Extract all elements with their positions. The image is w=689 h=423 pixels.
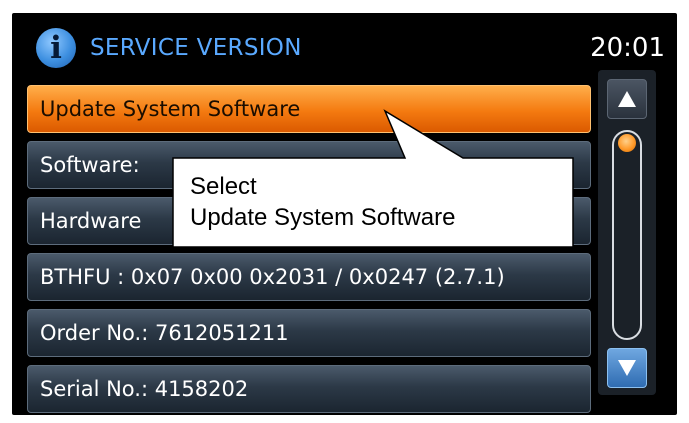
scrollbar-thumb[interactable] (618, 134, 636, 152)
header: i SERVICE VERSION (36, 21, 302, 75)
triangle-down-icon (618, 360, 636, 376)
scrollbar-panel (598, 70, 656, 395)
clock: 20:01 (590, 33, 665, 63)
menu-item-serial-no[interactable]: Serial No.: 4158202 (27, 365, 591, 413)
menu-item-label: Hardware (40, 209, 142, 233)
menu-item-label: BTHFU : 0x07 0x00 0x2031 / 0x0247 (2.7.1… (40, 265, 505, 289)
info-icon-glyph: i (50, 29, 62, 66)
menu-item-label: Serial No.: 4158202 (40, 377, 249, 401)
menu-item-bthfu[interactable]: BTHFU : 0x07 0x00 0x2031 / 0x0247 (2.7.1… (27, 253, 591, 301)
menu-item-label: Update System Software (40, 97, 301, 121)
scrollbar-track[interactable] (612, 130, 642, 340)
menu-item-order-no[interactable]: Order No.: 7612051211 (27, 309, 591, 357)
callout-line-1: Select (190, 173, 257, 200)
scroll-up-button[interactable] (607, 79, 647, 119)
triangle-up-icon (618, 91, 636, 107)
menu-item-label: Software: (40, 153, 140, 177)
scroll-down-button[interactable] (607, 348, 647, 388)
callout-text: Select Update System Software (190, 171, 455, 233)
menu-item-update-system-software[interactable]: Update System Software (27, 85, 591, 133)
info-icon: i (36, 28, 76, 68)
callout-line-2: Update System Software (190, 204, 456, 231)
menu-item-label: Order No.: 7612051211 (40, 321, 289, 345)
page-title: SERVICE VERSION (90, 35, 302, 61)
